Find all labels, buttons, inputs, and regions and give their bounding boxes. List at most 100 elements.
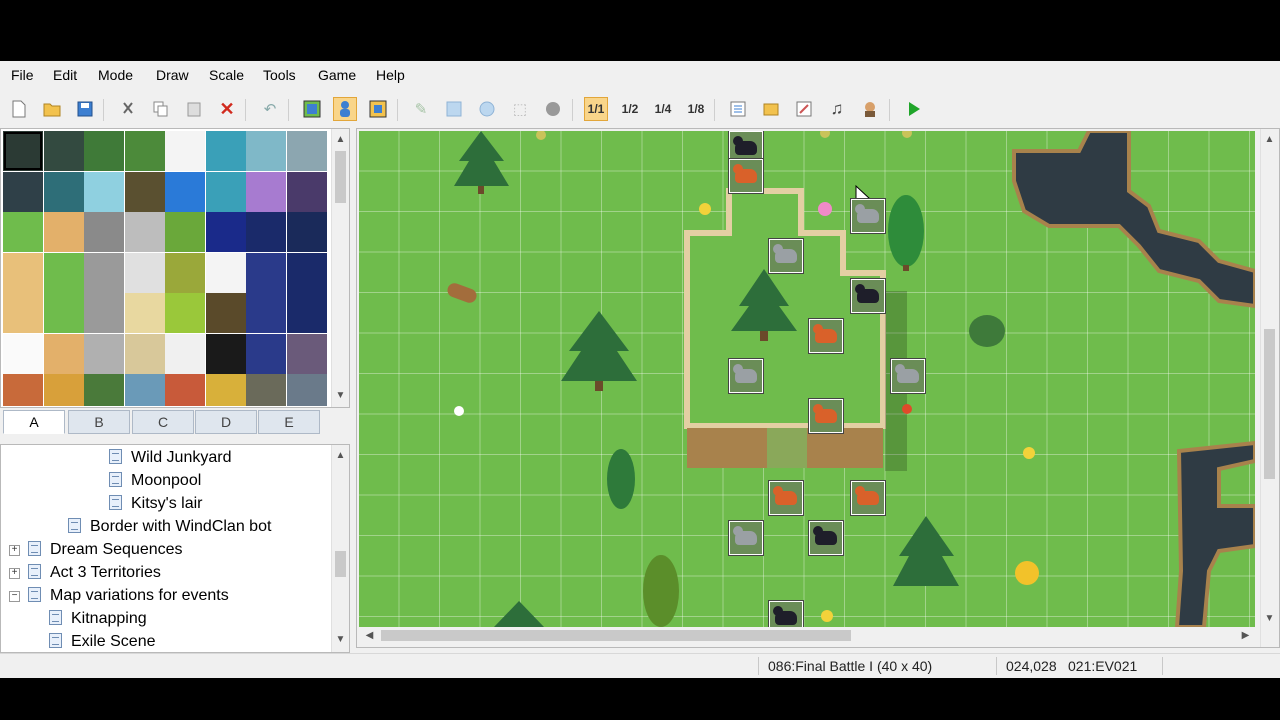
tile-swatch[interactable]: [286, 293, 327, 333]
tile-swatch[interactable]: [124, 252, 165, 293]
tile-swatch[interactable]: [246, 212, 286, 252]
tile-swatch[interactable]: [124, 212, 165, 252]
paste-icon[interactable]: [182, 97, 206, 121]
tile-swatch[interactable]: [165, 131, 205, 171]
tile-swatch[interactable]: [3, 171, 43, 212]
tile-swatch[interactable]: [205, 374, 246, 406]
event-marker[interactable]: [851, 481, 885, 515]
tile-swatch[interactable]: [124, 374, 165, 406]
scroll-thumb[interactable]: [1264, 329, 1275, 479]
tile-swatch[interactable]: [3, 293, 43, 333]
tree-item[interactable]: Wild Junkyard: [109, 449, 231, 471]
tile-swatch[interactable]: [246, 252, 286, 293]
tile-swatch[interactable]: [246, 171, 286, 212]
tile-swatch[interactable]: [3, 252, 43, 293]
tree-item[interactable]: Act 3 Territories: [28, 564, 161, 586]
scroll-down-icon[interactable]: ▼: [332, 387, 349, 404]
tile-swatch[interactable]: [43, 212, 84, 252]
tree-item[interactable]: Moonpool: [109, 472, 201, 494]
tile-swatch[interactable]: [246, 131, 286, 171]
tile-swatch[interactable]: [286, 252, 327, 293]
resource-manager-icon[interactable]: [759, 97, 783, 121]
tile-swatch[interactable]: [286, 374, 327, 406]
scroll-right-icon[interactable]: ▶: [1237, 627, 1254, 644]
tile-swatch[interactable]: [43, 293, 84, 333]
tile-swatch[interactable]: [3, 212, 43, 252]
new-project-icon[interactable]: [7, 97, 31, 121]
menu-game[interactable]: Game: [318, 67, 356, 83]
pencil-icon[interactable]: ✎: [409, 97, 433, 121]
rectangle-icon[interactable]: [442, 97, 466, 121]
tree-item[interactable]: Dream Sequences: [28, 541, 183, 563]
event-marker[interactable]: [851, 199, 885, 233]
undo-icon[interactable]: ↶: [258, 97, 282, 121]
tile-swatch[interactable]: [286, 131, 327, 171]
map-vscrollbar[interactable]: ▲ ▼: [1260, 129, 1278, 647]
tree-scrollbar[interactable]: ▲ ▼: [331, 445, 349, 652]
tile-swatch[interactable]: [3, 333, 43, 374]
tile-swatch[interactable]: [246, 374, 286, 406]
ellipse-icon[interactable]: [475, 97, 499, 121]
tile-swatch[interactable]: [124, 293, 165, 333]
map-hscrollbar[interactable]: ◀ ▶: [359, 627, 1255, 644]
tile-swatch[interactable]: [165, 374, 205, 406]
scale-1-8-button[interactable]: 1/8: [684, 97, 708, 121]
tab-e[interactable]: E: [258, 410, 320, 434]
scroll-thumb[interactable]: [335, 151, 346, 203]
menu-scale[interactable]: Scale: [209, 67, 244, 83]
tile-swatch[interactable]: [165, 171, 205, 212]
scroll-up-icon[interactable]: ▲: [332, 131, 349, 148]
scale-1-2-button[interactable]: 1/2: [618, 97, 642, 121]
tile-swatch[interactable]: [84, 374, 124, 406]
copy-icon[interactable]: [149, 97, 173, 121]
tile-swatch[interactable]: [84, 333, 124, 374]
database-icon[interactable]: [726, 97, 750, 121]
tree-item[interactable]: Kitnapping: [49, 610, 147, 632]
tile-swatch[interactable]: [43, 252, 84, 293]
tile-swatch[interactable]: [165, 252, 205, 293]
tile-swatch[interactable]: [84, 252, 124, 293]
tile-swatch[interactable]: [43, 333, 84, 374]
tree-item[interactable]: Kitsy's lair: [109, 495, 203, 517]
tile-swatch[interactable]: [84, 212, 124, 252]
tile-swatch[interactable]: [124, 171, 165, 212]
event-marker[interactable]: [809, 521, 843, 555]
scroll-up-icon[interactable]: ▲: [1261, 131, 1278, 148]
tab-c[interactable]: C: [132, 410, 194, 434]
event-marker[interactable]: [769, 239, 803, 273]
scroll-thumb[interactable]: [335, 551, 346, 577]
tile-swatch[interactable]: [43, 131, 84, 171]
menu-tools[interactable]: Tools: [263, 67, 296, 83]
tile-swatch[interactable]: [205, 252, 246, 293]
tile-swatch[interactable]: [43, 374, 84, 406]
event-marker[interactable]: [769, 601, 803, 627]
scale-1-1-button[interactable]: 1/1: [584, 97, 608, 121]
tile-swatch[interactable]: [286, 171, 327, 212]
save-project-icon[interactable]: [73, 97, 97, 121]
event-marker[interactable]: [891, 359, 925, 393]
tile-swatch[interactable]: [246, 293, 286, 333]
event-marker[interactable]: [729, 521, 763, 555]
scroll-thumb[interactable]: [381, 630, 851, 641]
tile-swatch[interactable]: [205, 293, 246, 333]
tile-swatch[interactable]: [246, 333, 286, 374]
scroll-left-icon[interactable]: ◀: [361, 627, 378, 644]
menu-file[interactable]: File: [11, 67, 34, 83]
tileset-palette[interactable]: [3, 131, 328, 406]
region-icon[interactable]: [366, 97, 390, 121]
event-marker[interactable]: [729, 359, 763, 393]
fill-icon[interactable]: ⬚: [508, 97, 532, 121]
layer-map-icon[interactable]: [300, 97, 324, 121]
event-marker[interactable]: [851, 279, 885, 313]
expand-icon[interactable]: +: [9, 545, 20, 556]
tileset-scrollbar[interactable]: ▲ ▼: [331, 129, 349, 407]
tile-swatch[interactable]: [205, 212, 246, 252]
tile-swatch[interactable]: [124, 131, 165, 171]
tile-swatch[interactable]: [165, 293, 205, 333]
tree-item[interactable]: Map variations for events: [28, 587, 229, 609]
script-editor-icon[interactable]: [792, 97, 816, 121]
scale-1-4-button[interactable]: 1/4: [651, 97, 675, 121]
event-marker[interactable]: [729, 159, 763, 193]
delete-icon[interactable]: ✕: [215, 97, 239, 121]
tab-d[interactable]: D: [195, 410, 257, 434]
